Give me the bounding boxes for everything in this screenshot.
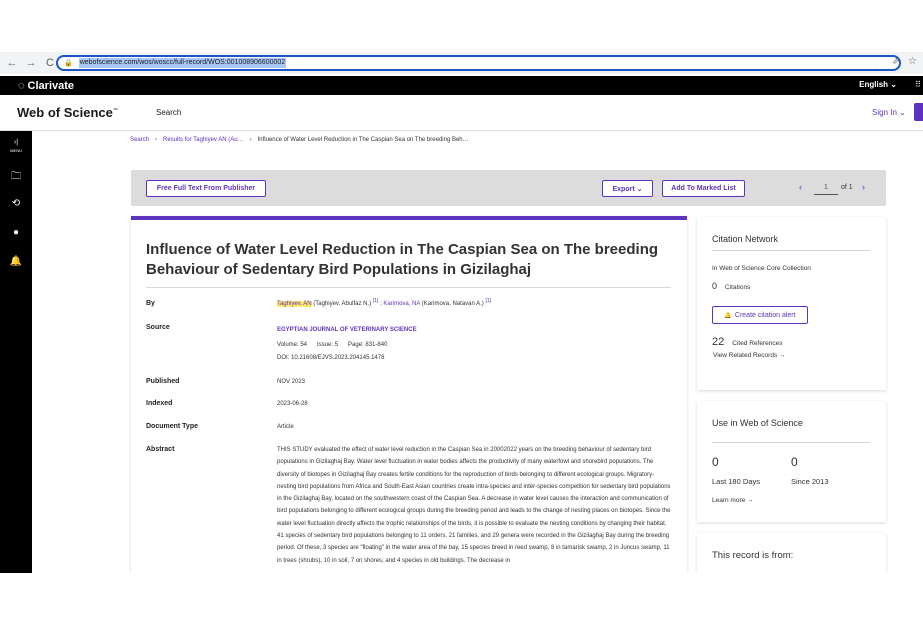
core-collection-label: In Web of Science Core Collection (712, 265, 811, 272)
indexed-label: Indexed (146, 400, 173, 407)
published-value: NOV 2023 (277, 379, 306, 385)
citations-row: 0 Citations (712, 281, 750, 291)
menu-label: MENU (10, 148, 22, 153)
doi-value: DOI: 10.21608/EJVS.2023.204145.1478 (277, 355, 385, 361)
abstract-label: Abstract (146, 446, 175, 453)
breadcrumb-separator: › (249, 137, 252, 143)
journal-link[interactable]: EGYPTIAN JOURNAL OF VETERINARY SCIENCE (277, 327, 417, 333)
add-to-marked-list-button[interactable]: Add To Marked List (662, 180, 745, 197)
clarivate-mark-icon: ◌ (18, 79, 25, 92)
clarivate-logo-text: Clarivate (27, 79, 75, 92)
cited-references-count: 22 (712, 336, 725, 348)
record-title: Influence of Water Level Reduction in Th… (146, 241, 659, 278)
use-in-wos-card: Use in Web of Science 0 Last 180 Days 0 … (697, 401, 886, 522)
browser-actions: ⇗ ☆ (892, 56, 917, 67)
record-source-card: This record is from: (697, 533, 886, 573)
trademark-symbol: ™ (112, 107, 118, 114)
create-citation-alert-label: Create citation alert (734, 311, 796, 319)
create-citation-alert-button[interactable]: 🔔 Create citation alert (712, 306, 808, 324)
browser-toolbar: ← → C 🔒 webofscience.com/wos/woscc/full-… (0, 52, 923, 74)
published-label: Published (146, 378, 180, 385)
free-full-text-button[interactable]: Free Full Text From Publisher (146, 180, 266, 197)
screen: ← → C 🔒 webofscience.com/wos/woscc/full-… (0, 0, 923, 630)
header-search-link[interactable]: Search (156, 108, 181, 117)
document-type-label: Document Type (146, 423, 198, 430)
forward-arrow-icon[interactable]: → (24, 57, 38, 69)
prev-page-icon[interactable]: ‹ (799, 182, 802, 192)
authors-value: Taghiyev, AN (Taghiyev, Abulfaz N.) [1] … (277, 298, 491, 307)
volume-issue-pages: Volume: 54 Issue: 5 Page: 831-840 (277, 342, 388, 348)
lock-icon[interactable]: 🔒 (64, 59, 73, 67)
apps-grid-icon[interactable]: ⠿ (915, 80, 921, 89)
last-180-label: Last 180 Days (712, 477, 760, 486)
star-icon[interactable]: ☆ (908, 56, 917, 67)
back-arrow-icon[interactable]: ← (5, 57, 19, 69)
use-in-wos-divider (712, 442, 870, 443)
record-source-title: This record is from: (712, 550, 794, 561)
folder-icon[interactable]: 🗀 (0, 169, 32, 186)
page-count: of 1 (841, 184, 853, 191)
menu-toggle[interactable]: ›| MENU (0, 139, 32, 155)
since-2013-label: Since 2013 (791, 477, 829, 486)
author-full-name: (Taghiyev, Abulfaz N.) (311, 301, 372, 307)
author-link[interactable]: Karimova, NA (383, 301, 420, 307)
page-number-input[interactable]: 1 (814, 181, 838, 195)
affiliation-ref[interactable]: [1] (485, 298, 491, 304)
bell-icon: 🔔 (724, 312, 732, 319)
citations-count: 0 (712, 281, 718, 291)
by-label: By (146, 300, 155, 307)
language-selector[interactable]: English ⌄ (859, 80, 897, 89)
next-page-icon[interactable]: › (862, 182, 865, 192)
reload-icon[interactable]: C (43, 57, 57, 69)
source-label: Source (146, 324, 170, 331)
top-blank-area (0, 0, 923, 52)
clarivate-bar: ◌ Clarivate English ⌄ ⠿ (0, 76, 923, 95)
breadcrumb: Search › Results for Taghiyev AN (Au… › … (130, 137, 469, 143)
abstract-text: THIS STUDY evaluated the effect of water… (277, 447, 671, 564)
history-icon[interactable]: ⟲ (0, 198, 32, 209)
menu-arrow-icon: ›| (13, 139, 19, 146)
sign-in-button[interactable]: Sign In ⌄ (872, 108, 906, 117)
citations-label: Citations (725, 284, 751, 291)
share-icon[interactable]: ⇗ (892, 56, 900, 67)
user-icon[interactable]: ● (0, 227, 32, 238)
title-divider (146, 287, 671, 288)
register-button-edge[interactable] (914, 103, 923, 121)
bottom-blank-area (0, 573, 923, 630)
wos-header: Web of Science™ Search Sign In ⌄ (0, 95, 923, 131)
breadcrumb-results[interactable]: Results for Taghiyev AN (Au… (163, 137, 244, 143)
since-2013-count: 0 (791, 455, 798, 469)
left-rail: ›| MENU 🗀 ⟲ ● 🔔 (0, 131, 32, 573)
citation-network-card: Citation Network In Web of Science Core … (697, 217, 886, 390)
view-related-records-link[interactable]: View Related Records → (713, 352, 786, 359)
wos-logo[interactable]: Web of Science™ (17, 105, 118, 120)
use-in-wos-title: Use in Web of Science (712, 418, 803, 428)
indexed-value: 2023-06-28 (277, 401, 308, 407)
learn-more-link[interactable]: Learn more → (712, 497, 754, 504)
wos-logo-text: Web of Science (17, 105, 113, 120)
author-full-name: (Karimova, Natavan A.) (420, 301, 484, 307)
address-bar[interactable]: 🔒 webofscience.com/wos/woscc/full-record… (56, 55, 901, 71)
author-link[interactable]: Taghiyev, AN (277, 301, 312, 307)
record-card: Influence of Water Level Reduction in Th… (131, 216, 687, 573)
export-button[interactable]: Export ⌄ (602, 180, 653, 197)
last-180-count: 0 (712, 455, 719, 469)
breadcrumb-separator: › (155, 137, 158, 143)
breadcrumb-current: Influence of Water Level Reduction in Th… (257, 137, 469, 143)
cited-references-row[interactable]: 22 Cited References (712, 336, 782, 348)
url-text[interactable]: webofscience.com/wos/woscc/full-record/W… (78, 58, 287, 68)
breadcrumb-search[interactable]: Search (130, 137, 149, 143)
clarivate-logo[interactable]: ◌ Clarivate (18, 80, 74, 92)
citation-network-title: Citation Network (712, 234, 779, 244)
citation-network-divider (712, 250, 870, 251)
document-type-value: Article (277, 424, 294, 430)
cited-references-label: Cited References (732, 340, 783, 347)
bell-icon[interactable]: 🔔 (0, 256, 32, 267)
